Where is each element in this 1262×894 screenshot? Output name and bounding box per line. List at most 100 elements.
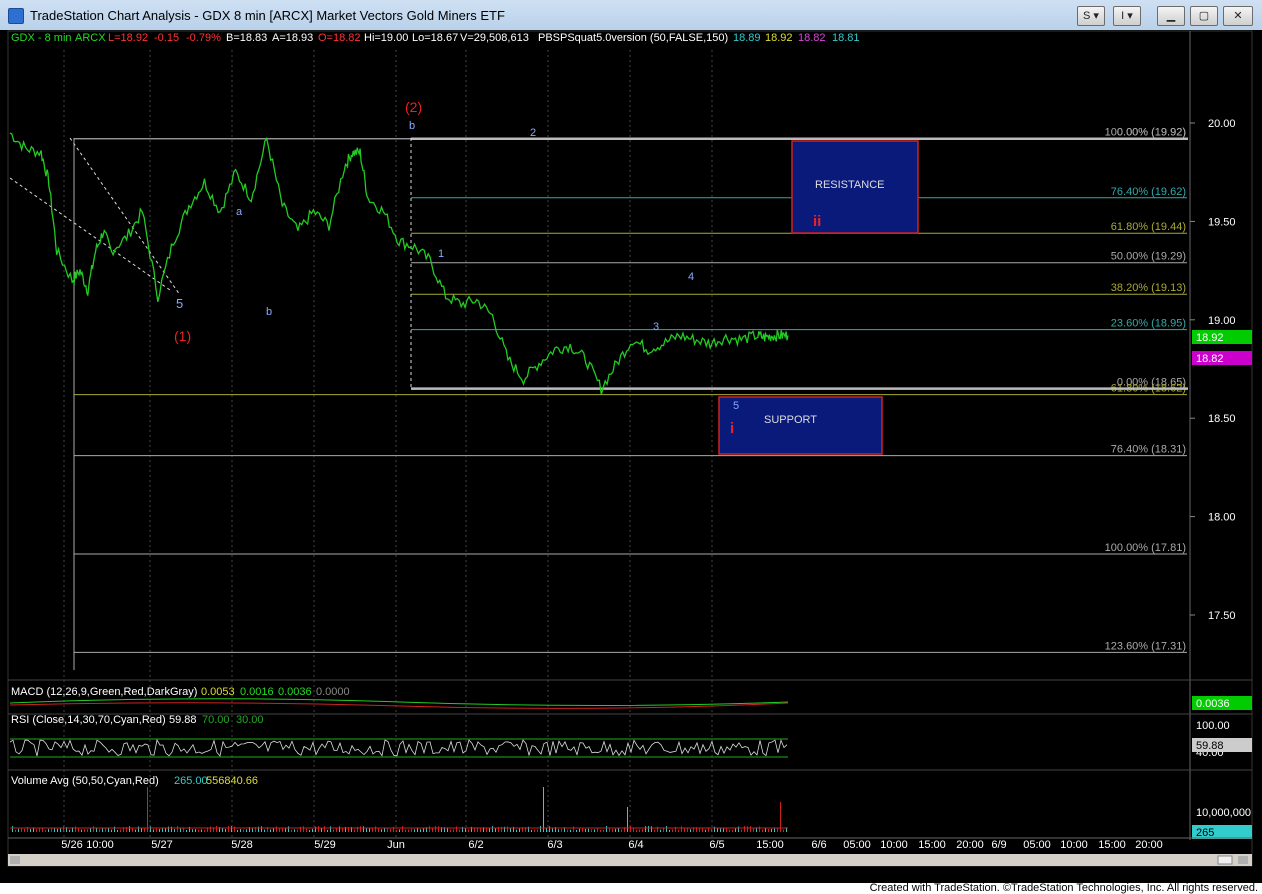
- volume-bar: [243, 829, 244, 832]
- volume-bar: [510, 828, 511, 832]
- chart-canvas[interactable]: GDX - 8 min ARCX L=18.92 -0.15 -0.79% B=…: [0, 30, 1262, 883]
- volume-bar: [372, 827, 373, 832]
- volume-bar: [726, 828, 727, 832]
- volume-bar: [375, 826, 376, 832]
- volume-bar: [321, 828, 322, 832]
- volume-bar: [417, 827, 418, 832]
- chart-area[interactable]: GDX - 8 min ARCX L=18.92 -0.15 -0.79% B=…: [0, 30, 1262, 883]
- status-last: L=18.92: [108, 32, 148, 44]
- volume-bar: [678, 829, 679, 832]
- volume-bar: [600, 829, 601, 832]
- volume-bar: [333, 829, 334, 832]
- volume-bar: [369, 828, 370, 832]
- volume-bar: [531, 829, 532, 832]
- rsi-axis-top: 100.00: [1196, 720, 1230, 732]
- indicator-link-button[interactable]: I ▾: [1113, 6, 1141, 26]
- volume-bar: [750, 826, 751, 832]
- volume-bar: [327, 829, 328, 832]
- price-axis: 20.00 19.50 19.00 18.50 18.00 17.50: [1190, 118, 1236, 622]
- volume-bar: [30, 829, 31, 832]
- volume-bar: [489, 828, 490, 832]
- volume-bar: [282, 828, 283, 832]
- volume-bar: [438, 826, 439, 832]
- volume-bar: [132, 828, 133, 832]
- volume-bar: [516, 829, 517, 832]
- volume-bar: [687, 828, 688, 832]
- macd-label: MACD (12,26,9,Green,Red,DarkGray): [11, 686, 197, 698]
- volume-bar: [309, 829, 310, 832]
- volume-bar: [363, 826, 364, 832]
- resistance-label: RESISTANCE: [815, 179, 884, 191]
- scroll-thumb[interactable]: [1217, 855, 1233, 865]
- volume-bar: [576, 829, 577, 832]
- volume-bar: [78, 827, 79, 832]
- fib-label: 61.80% (19.44): [1111, 221, 1186, 233]
- price-flag-open: 18.82: [1192, 351, 1252, 365]
- wave-label-2-minor: 2: [530, 127, 536, 139]
- volume-bar: [420, 829, 421, 832]
- volume-bar: [537, 829, 538, 832]
- price-flag-last: 18.92: [1192, 330, 1252, 344]
- volume-bar: [645, 826, 646, 832]
- volume-bar: [399, 829, 400, 832]
- volume-bar: [762, 829, 763, 832]
- time-tick-label: 15:00: [918, 839, 946, 851]
- volume-bar: [177, 826, 178, 832]
- volume-bar: [744, 826, 745, 832]
- volume-bar: [777, 828, 778, 832]
- wave-label-2-major: (2): [405, 99, 422, 115]
- close-button[interactable]: ✕: [1223, 6, 1253, 26]
- volume-bar: [99, 829, 100, 832]
- minimize-button[interactable]: ▁: [1157, 6, 1185, 26]
- maximize-button[interactable]: ▢: [1190, 6, 1218, 26]
- volume-bar: [753, 828, 754, 832]
- status-exchange: ARCX: [75, 32, 106, 44]
- macd-flag: 0.0036: [1196, 698, 1230, 710]
- volume-bar: [234, 826, 235, 832]
- volume-bar: [288, 826, 289, 832]
- title-bar: TradeStation Chart Analysis - GDX 8 min …: [0, 0, 1262, 31]
- status-bid: B=18.83: [226, 32, 267, 44]
- volume-bar: [198, 829, 199, 832]
- volume-bar: [603, 829, 604, 832]
- volume-bar: [87, 829, 88, 832]
- volume-bar: [330, 826, 331, 832]
- wave-label-4: 4: [688, 271, 694, 283]
- symbol-link-button[interactable]: S ▾: [1077, 6, 1105, 26]
- volume-bar: [570, 829, 571, 832]
- volume-bars: [12, 787, 787, 832]
- volume-bar: [24, 828, 25, 832]
- volume-bar: [453, 829, 454, 832]
- volume-bar: [732, 829, 733, 832]
- volume-bar: [669, 829, 670, 832]
- scroll-left-arrow[interactable]: [10, 856, 20, 864]
- volume-bar: [549, 826, 550, 832]
- volume-bar: [711, 828, 712, 832]
- volume-bar: [768, 828, 769, 832]
- volume-bar: [195, 829, 196, 832]
- volume-bar: [672, 829, 673, 832]
- wave-label-b-top: b: [409, 120, 415, 132]
- volume-bar: [429, 826, 430, 832]
- volume-bar: [666, 826, 667, 832]
- volume-bar: [381, 829, 382, 832]
- volume-bar: [201, 829, 202, 832]
- volume-bar: [54, 828, 55, 832]
- time-tick-label: 6/9: [991, 839, 1006, 851]
- volume-bar: [231, 826, 232, 832]
- volume-bar: [192, 829, 193, 832]
- volume-bar: [51, 828, 52, 832]
- volume-bar: [495, 828, 496, 832]
- fib-label: 38.20% (19.13): [1111, 282, 1186, 294]
- volume-bar: [567, 829, 568, 832]
- volume-bar: [60, 828, 61, 832]
- volume-value-2: 556840.66: [206, 775, 258, 787]
- volume-bar: [660, 829, 661, 832]
- time-tick-label: 15:00: [756, 839, 784, 851]
- horizontal-scrollbar[interactable]: [8, 854, 1252, 866]
- volume-bar: [252, 828, 253, 832]
- scroll-right-arrow[interactable]: [1238, 856, 1248, 864]
- volume-bar: [138, 826, 139, 832]
- wave-label-1-minor: 1: [438, 248, 444, 260]
- volume-bar: [279, 828, 280, 832]
